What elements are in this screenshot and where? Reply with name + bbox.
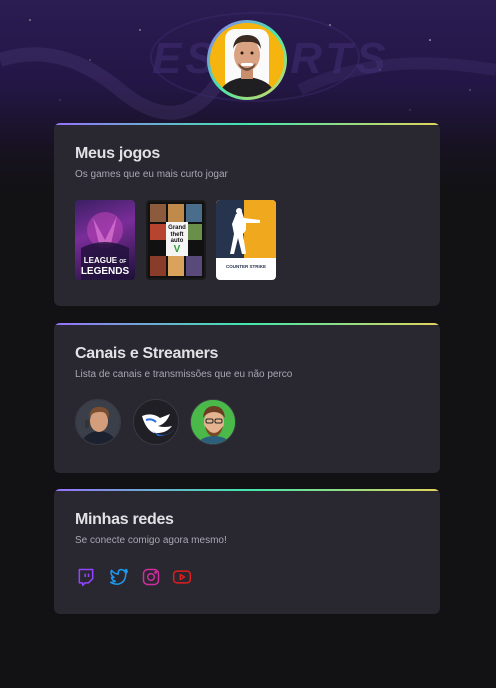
twitter-icon[interactable] <box>109 567 129 587</box>
profile-avatar <box>207 20 287 100</box>
channel-avatar-2[interactable] <box>133 399 179 445</box>
twitch-icon[interactable] <box>76 567 96 587</box>
social-title: Minhas redes <box>75 511 174 528</box>
instagram-icon[interactable] <box>141 567 161 587</box>
lol-text-2: LEGENDS <box>80 266 130 277</box>
social-card: Minhas redes Se conecte comigo agora mes… <box>54 489 440 614</box>
streamer-2-avatar <box>134 400 178 444</box>
channel-avatar-1[interactable] <box>75 399 121 445</box>
cs-text-2: STRIKE <box>249 264 267 269</box>
streamer-3-avatar <box>191 400 235 444</box>
channel-avatar-3[interactable] <box>190 399 236 445</box>
lol-text-of: OF <box>119 259 127 265</box>
social-subtitle: Se conecte comigo agora mesmo! <box>75 535 227 546</box>
gta-text-2: theft <box>170 231 184 238</box>
game-counter-strike[interactable]: COUNTER STRIKE <box>216 200 276 280</box>
channels-title: Canais e Streamers <box>75 345 219 362</box>
game-league-of-legends[interactable]: LEAGUE OF LEGENDS <box>75 200 135 280</box>
lol-text-1: LEAGUE <box>83 256 118 265</box>
streamer-1-avatar <box>76 400 120 444</box>
cs-text-1: COUNTER <box>225 264 249 269</box>
gta-text-4: V <box>173 244 181 255</box>
game-gta-v[interactable]: Grand theft auto V <box>146 200 206 280</box>
games-title: Meus jogos <box>75 145 161 162</box>
games-subtitle: Os games que eu mais curto jogar <box>75 169 228 180</box>
channels-subtitle: Lista de canais e transmissões que eu nã… <box>75 369 293 380</box>
channels-card: Canais e Streamers Lista de canais e tra… <box>54 323 440 473</box>
gta-text-1: Grand <box>168 225 186 231</box>
profile-photo <box>210 23 284 97</box>
youtube-icon[interactable] <box>172 567 192 587</box>
games-card: Meus jogos Os games que eu mais curto jo… <box>54 123 440 306</box>
